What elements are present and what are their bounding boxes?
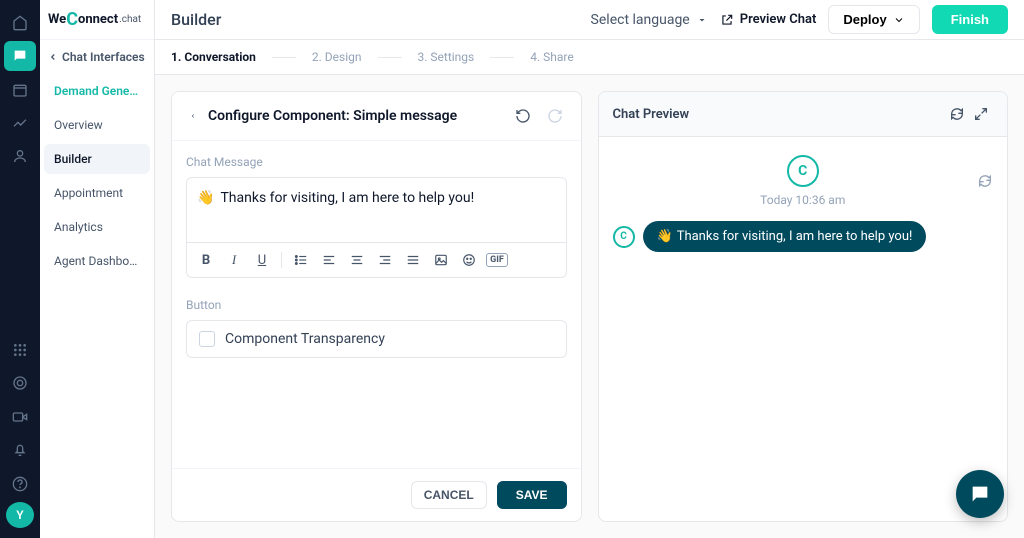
topbar: Builder Select language Preview Chat Dep…: [155, 0, 1024, 40]
underline-button[interactable]: U: [251, 249, 273, 271]
rail-calendar-icon[interactable]: [4, 75, 36, 104]
preview-panel: Chat Preview C Today 10:36 am C 👋 Thanks …: [598, 91, 1009, 522]
message-editor: 👋 Thanks for visiting, I am here to help…: [186, 177, 567, 278]
bot-avatar-icon: C: [613, 226, 635, 248]
deploy-button[interactable]: Deploy: [828, 5, 919, 34]
transparency-label: Component Transparency: [225, 331, 385, 347]
rail-chat-icon[interactable]: [4, 41, 36, 70]
step-design[interactable]: 2. Design: [312, 50, 362, 64]
step-settings[interactable]: 3. Settings: [418, 50, 475, 64]
sidebar-item-agent[interactable]: Agent Dashboard: [44, 246, 150, 276]
icon-rail: Y: [0, 0, 40, 538]
language-label: Select language: [591, 12, 690, 28]
expand-preview-button[interactable]: [969, 102, 993, 126]
user-avatar[interactable]: Y: [6, 502, 34, 528]
align-right-button[interactable]: [374, 249, 396, 271]
configure-title: Configure Component: Simple message: [208, 108, 457, 124]
sidebar-item-demand[interactable]: Demand Generati...: [44, 76, 150, 106]
configure-body: Chat Message 👋 Thanks for visiting, I am…: [172, 141, 581, 468]
logo-c: C: [66, 9, 78, 30]
refresh-preview-button[interactable]: [945, 102, 969, 126]
rail-target-icon[interactable]: [4, 369, 36, 398]
bullet-list-button[interactable]: [290, 249, 312, 271]
align-justify-button[interactable]: [402, 249, 424, 271]
cancel-button[interactable]: CANCEL: [411, 481, 487, 509]
step-conversation[interactable]: 1. Conversation: [171, 50, 256, 64]
preview-title: Chat Preview: [613, 107, 690, 122]
finish-button[interactable]: Finish: [932, 5, 1008, 34]
rail-analytics-icon[interactable]: [4, 108, 36, 137]
dropdown-icon: [696, 14, 708, 26]
message-input[interactable]: 👋 Thanks for visiting, I am here to help…: [187, 178, 566, 242]
gif-button[interactable]: GIF: [486, 249, 508, 271]
message-text: Thanks for visiting, I am here to help y…: [220, 190, 474, 206]
page-title: Builder: [171, 10, 221, 29]
redo-button[interactable]: [543, 104, 567, 128]
chat-message-label: Chat Message: [186, 155, 567, 169]
configure-footer: CANCEL SAVE: [172, 468, 581, 521]
preview-timestamp: Today 10:36 am: [613, 193, 994, 207]
sidebar-item-analytics[interactable]: Analytics: [44, 212, 150, 242]
chevron-down-icon: [893, 14, 905, 26]
main: Builder Select language Preview Chat Dep…: [155, 0, 1024, 538]
sidebar-item-builder[interactable]: Builder: [44, 144, 150, 174]
transparency-row[interactable]: Component Transparency: [186, 320, 567, 358]
preview-header: Chat Preview: [599, 92, 1008, 137]
deploy-label: Deploy: [843, 12, 886, 27]
sidebar-header[interactable]: Chat Interfaces: [40, 40, 154, 74]
editor-toolbar: B I U GIF: [187, 242, 566, 277]
emoji-button[interactable]: [458, 249, 480, 271]
configure-header: Configure Component: Simple message: [172, 92, 581, 141]
bold-button[interactable]: B: [195, 249, 217, 271]
sidebar-item-appointment[interactable]: Appointment: [44, 178, 150, 208]
brand-logo: WeConnect.chat: [40, 0, 154, 40]
sidebar-item-overview[interactable]: Overview: [44, 110, 150, 140]
logo-pre: We: [48, 12, 66, 27]
stepper: 1. Conversation 2. Design 3. Settings 4.…: [155, 40, 1024, 75]
bot-logo: C: [787, 155, 819, 187]
bubble-text: Thanks for visiting, I am here to help y…: [677, 229, 913, 244]
sidebar: WeConnect.chat Chat Interfaces Demand Ge…: [40, 0, 155, 538]
chat-fab[interactable]: [956, 470, 1004, 518]
refresh-float-button[interactable]: [977, 173, 993, 189]
align-center-button[interactable]: [346, 249, 368, 271]
undo-button[interactable]: [511, 104, 535, 128]
message-emoji: 👋: [197, 190, 214, 206]
back-icon[interactable]: [186, 109, 200, 123]
rail-help-icon[interactable]: [4, 469, 36, 498]
save-button[interactable]: SAVE: [497, 481, 567, 509]
step-share[interactable]: 4. Share: [530, 50, 573, 64]
image-button[interactable]: [430, 249, 452, 271]
logo-post: onnect: [78, 12, 118, 27]
rail-bell-icon[interactable]: [4, 435, 36, 464]
preview-chat-label: Preview Chat: [740, 12, 817, 27]
chevron-left-icon: [48, 52, 58, 62]
message-row: C 👋 Thanks for visiting, I am here to hel…: [613, 221, 994, 252]
configure-panel: Configure Component: Simple message Chat…: [171, 91, 582, 522]
rail-user-icon[interactable]: [4, 142, 36, 171]
italic-button[interactable]: I: [223, 249, 245, 271]
chat-icon: [969, 483, 991, 505]
external-link-icon: [720, 13, 734, 27]
logo-tag: .chat: [119, 14, 141, 25]
preview-chat-link[interactable]: Preview Chat: [720, 12, 817, 27]
sidebar-header-label: Chat Interfaces: [62, 50, 145, 64]
bubble-emoji: 👋: [657, 229, 673, 244]
workspace: Configure Component: Simple message Chat…: [155, 75, 1024, 538]
preview-body: C Today 10:36 am C 👋 Thanks for visiting,…: [599, 137, 1008, 521]
message-bubble: 👋 Thanks for visiting, I am here to help …: [643, 221, 927, 252]
rail-video-icon[interactable]: [4, 402, 36, 431]
language-selector[interactable]: Select language: [591, 12, 708, 28]
rail-home-icon[interactable]: [4, 8, 36, 37]
rail-apps-icon[interactable]: [4, 335, 36, 364]
transparency-checkbox[interactable]: [199, 331, 215, 347]
button-section-label: Button: [186, 298, 567, 312]
align-left-button[interactable]: [318, 249, 340, 271]
